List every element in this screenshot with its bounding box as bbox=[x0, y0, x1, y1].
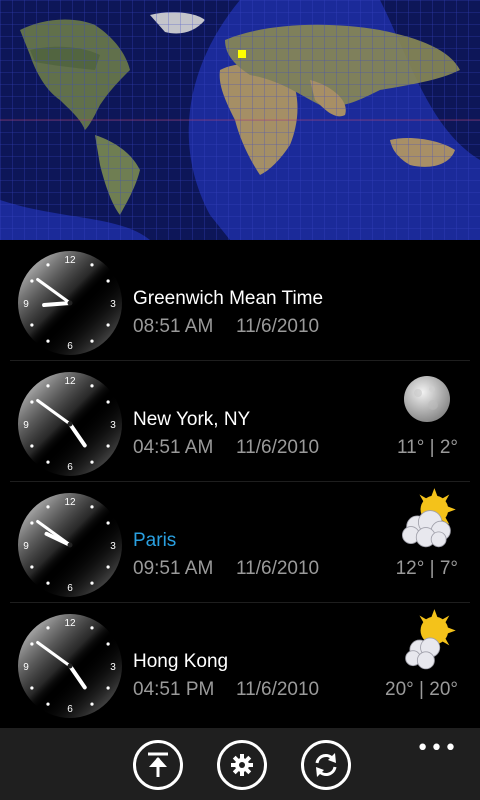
clock-numeral: 12 bbox=[64, 497, 76, 508]
analog-clock: 12 3 6 9 bbox=[18, 493, 122, 597]
hour-dot bbox=[46, 384, 50, 388]
hour-dot bbox=[46, 702, 50, 706]
clock-numeral: 12 bbox=[64, 376, 76, 387]
clock-row-greenwich[interactable]: 12 3 6 9 Greenwich Mean Time 08:51 AM 11/6/… bbox=[0, 240, 480, 361]
clock-numeral: 12 bbox=[64, 255, 76, 266]
refresh-button[interactable] bbox=[301, 740, 351, 790]
gear-icon bbox=[231, 754, 253, 776]
city-name: Hong Kong bbox=[133, 651, 229, 672]
world-map[interactable] bbox=[0, 0, 480, 240]
analog-clock: 12 3 6 9 bbox=[18, 372, 122, 476]
sun-position-marker bbox=[238, 50, 246, 58]
temperature-high-low: 11° | 2° bbox=[397, 437, 458, 458]
world-map-graphic bbox=[0, 0, 480, 240]
clock-row-hong-kong[interactable]: 12 3 6 9 Hong Kong 04:51 PM 11/6/2010 20° |… bbox=[0, 603, 480, 724]
hour-dot bbox=[46, 581, 50, 585]
hour-dot bbox=[30, 444, 34, 448]
city-name: New York, NY bbox=[133, 409, 251, 430]
hour-dot bbox=[106, 642, 110, 646]
hour-dot bbox=[90, 339, 94, 343]
local-date: 11/6/2010 bbox=[236, 558, 320, 579]
temperature-high-low: 12° | 7° bbox=[395, 558, 458, 579]
clock-numeral: 3 bbox=[110, 662, 116, 673]
clock-numeral: 9 bbox=[23, 420, 29, 431]
hour-dot bbox=[106, 521, 110, 525]
city-name: Greenwich Mean Time bbox=[133, 288, 324, 309]
hour-dot bbox=[30, 565, 34, 569]
partly-cloudy-icon bbox=[405, 609, 456, 670]
hour-dot bbox=[90, 384, 94, 388]
hour-dot bbox=[106, 686, 110, 690]
hour-dot bbox=[30, 686, 34, 690]
clock-numeral: 12 bbox=[64, 618, 76, 629]
hour-dot bbox=[90, 702, 94, 706]
hour-dot bbox=[30, 642, 34, 646]
local-date: 11/6/2010 bbox=[236, 679, 320, 700]
clock-hub bbox=[67, 542, 73, 548]
clock-numeral: 3 bbox=[110, 299, 116, 310]
hour-dot bbox=[90, 460, 94, 464]
hour-dot bbox=[46, 263, 50, 267]
hour-dot bbox=[90, 626, 94, 630]
moon-icon bbox=[404, 376, 450, 422]
hour-dot bbox=[106, 400, 110, 404]
hour-dot bbox=[46, 460, 50, 464]
hour-dot bbox=[30, 400, 34, 404]
clock-list: 12 3 6 9 Greenwich Mean Time 08:51 AM 11/6/… bbox=[0, 240, 480, 728]
hour-dot bbox=[106, 444, 110, 448]
clock-numeral: 6 bbox=[67, 583, 73, 594]
analog-clock: 12 3 6 9 bbox=[18, 614, 122, 718]
hour-hand bbox=[42, 301, 72, 308]
clock-numeral: 6 bbox=[67, 341, 73, 352]
clock-hub bbox=[67, 300, 73, 306]
hour-dot bbox=[106, 565, 110, 569]
pin-up-icon bbox=[148, 752, 168, 777]
local-time: 09:51 AM bbox=[133, 558, 214, 579]
hour-dot bbox=[46, 505, 50, 509]
partly-cloudy-icon bbox=[401, 488, 456, 548]
application-bar: ••• bbox=[0, 728, 480, 800]
pin-to-start-button[interactable] bbox=[133, 740, 183, 790]
city-name: Paris bbox=[133, 530, 177, 551]
clock-numeral: 6 bbox=[67, 462, 73, 473]
clock-numeral: 9 bbox=[23, 662, 29, 673]
temperature-high-low: 20° | 20° bbox=[385, 679, 458, 700]
sync-icon bbox=[315, 753, 337, 777]
local-date: 11/6/2010 bbox=[236, 437, 320, 458]
hour-dot bbox=[90, 263, 94, 267]
clock-numeral: 6 bbox=[67, 704, 73, 715]
hour-dot bbox=[106, 279, 110, 283]
local-time: 08:51 AM bbox=[133, 316, 214, 337]
settings-button[interactable] bbox=[217, 740, 267, 790]
clock-numeral: 3 bbox=[110, 420, 116, 431]
clock-numeral: 9 bbox=[23, 299, 29, 310]
hour-dot bbox=[46, 339, 50, 343]
clock-row-paris[interactable]: 12 3 6 9 Paris 09:51 AM 11/6/2010 12° | 7° bbox=[0, 482, 480, 603]
analog-clock: 12 3 6 9 bbox=[18, 251, 122, 355]
clock-numeral: 3 bbox=[110, 541, 116, 552]
more-options-button[interactable]: ••• bbox=[416, 736, 458, 761]
hour-dot bbox=[30, 323, 34, 327]
hour-dot bbox=[90, 505, 94, 509]
local-time: 04:51 PM bbox=[133, 679, 215, 700]
clock-hub bbox=[67, 421, 73, 427]
local-time: 04:51 AM bbox=[133, 437, 214, 458]
local-date: 11/6/2010 bbox=[236, 316, 320, 337]
clock-row-new-york[interactable]: 12 3 6 9 New York, NY 04:51 AM 11/6/2010 11… bbox=[0, 361, 480, 482]
hour-dot bbox=[30, 521, 34, 525]
clock-hub bbox=[67, 663, 73, 669]
hour-dot bbox=[90, 581, 94, 585]
clock-numeral: 9 bbox=[23, 541, 29, 552]
hour-dot bbox=[106, 323, 110, 327]
hour-dot bbox=[30, 279, 34, 283]
hour-dot bbox=[46, 626, 50, 630]
